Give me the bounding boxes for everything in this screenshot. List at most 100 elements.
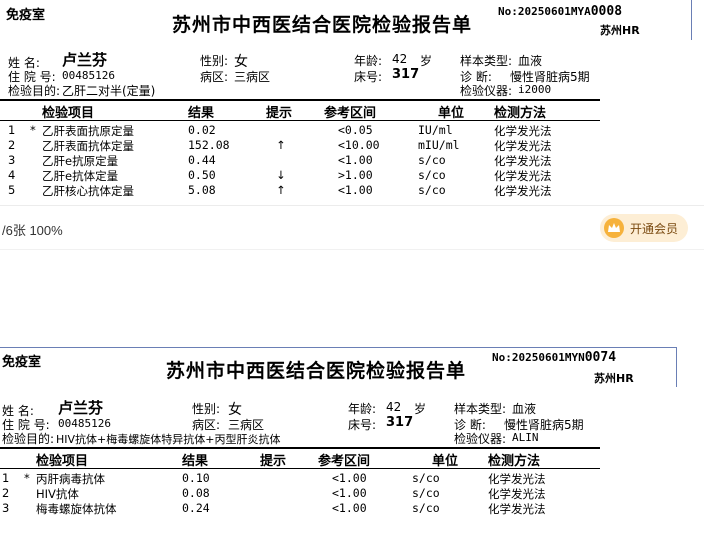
patient-name: 卢兰芬 [62, 51, 108, 69]
col-reference: 参考区间 [324, 106, 377, 121]
col-flag: 提示 [266, 106, 293, 121]
row-reference: <1.00 [338, 183, 373, 197]
row-number: 2 [2, 486, 10, 500]
row-result: 0.50 [188, 168, 216, 182]
row-method: 化学发光法 [494, 139, 552, 153]
row-item: 乙肝e抗体定量 [42, 169, 119, 183]
bed-label: 床号: [348, 418, 377, 432]
inpatient-number: 00485126 [58, 417, 111, 430]
row-result: 0.02 [188, 123, 216, 137]
purpose-value: 乙肝二对半(定量) [62, 84, 156, 98]
col-result: 结果 [182, 454, 209, 469]
hospital-code: 苏州HR [600, 24, 640, 37]
bed-value: 317 [386, 415, 414, 430]
gender-label: 性别: [200, 54, 229, 68]
row-item: 乙肝表面抗体定量 [42, 139, 134, 153]
row-number: 2 [8, 138, 16, 152]
ward-label: 病区: [200, 70, 229, 84]
col-unit: 单位 [438, 106, 465, 121]
ward-value: 三病区 [234, 70, 271, 84]
col-unit: 单位 [432, 454, 459, 469]
col-method: 检测方法 [488, 454, 541, 469]
row-flag: ↑ [276, 138, 286, 152]
row-star: * [24, 471, 30, 485]
row-unit: s/co [418, 168, 446, 182]
purpose-label: 检验目的: [8, 84, 61, 98]
row-item: 乙肝核心抗体定量 [42, 184, 134, 198]
department: 免疫室 [6, 8, 46, 23]
col-item: 检验项目 [42, 106, 95, 121]
report-title: 苏州市中西医结合医院检验报告单 [172, 14, 473, 36]
row-unit: mIU/ml [418, 138, 460, 152]
sample-label: 样本类型: [460, 54, 513, 68]
row-number: 3 [2, 501, 10, 515]
age-label: 年龄: [348, 402, 377, 416]
report-number-main: 20250601MYN [511, 351, 585, 364]
row-item: 梅毒螺旋体抗体 [36, 502, 117, 516]
department: 免疫室 [2, 355, 42, 370]
col-result: 结果 [188, 106, 215, 121]
page-indicator: /6张 100% [2, 223, 63, 238]
row-number: 5 [8, 183, 16, 197]
row-unit: s/co [418, 153, 446, 167]
report-number-tail: 0008 [590, 4, 623, 19]
row-number: 3 [8, 153, 16, 167]
row-number: 1 [2, 471, 10, 485]
row-method: 化学发光法 [488, 487, 546, 501]
lab-report-2: 免疫室 苏州市中西医结合医院检验报告单 No:20250601MYN0074 苏… [0, 340, 704, 554]
age-unit: 岁 [414, 402, 427, 416]
row-star: * [30, 123, 36, 137]
row-item: HIV抗体 [36, 487, 79, 501]
row-reference: >1.00 [338, 168, 373, 182]
page-border [676, 347, 677, 387]
purpose-value: HIV抗体+梅毒螺旋体特异抗体+丙型肝炎抗体 [56, 433, 281, 446]
report-number-label: No: [498, 5, 518, 18]
row-item: 丙肝病毒抗体 [36, 472, 105, 486]
row-reference: <0.05 [338, 123, 373, 137]
row-result: 0.44 [188, 153, 216, 167]
row-result: 0.10 [182, 471, 210, 485]
row-reference: <1.00 [338, 153, 373, 167]
page-border [691, 0, 692, 40]
row-unit: s/co [412, 501, 440, 515]
row-reference: <1.00 [332, 486, 367, 500]
age-value: 42 [392, 52, 408, 66]
report-number-tail: 0074 [584, 350, 617, 365]
col-reference: 参考区间 [318, 454, 371, 469]
row-result: 152.08 [188, 138, 230, 152]
row-reference: <10.00 [338, 138, 380, 152]
sample-label: 样本类型: [454, 402, 507, 416]
row-result: 5.08 [188, 183, 216, 197]
report-number-main: 20250601MYA [517, 5, 591, 18]
row-unit: IU/ml [418, 123, 453, 137]
page-top-border [0, 347, 676, 348]
row-method: 化学发光法 [494, 169, 552, 183]
age-unit: 岁 [420, 54, 433, 68]
hospital-code: 苏州HR [594, 372, 634, 385]
row-unit: s/co [412, 486, 440, 500]
instrument-value: ALIN [512, 431, 539, 444]
row-number: 4 [8, 168, 16, 182]
row-method: 化学发光法 [488, 472, 546, 486]
age-value: 42 [386, 400, 402, 414]
row-method: 化学发光法 [494, 184, 552, 198]
report-number: No:20250601MYN0074 [492, 350, 616, 365]
row-method: 化学发光法 [488, 502, 546, 516]
purpose-label: 检验目的: [2, 432, 55, 446]
col-method: 检测方法 [494, 106, 547, 121]
row-result: 0.08 [182, 486, 210, 500]
report-number: No:20250601MYA0008 [498, 4, 622, 19]
col-flag: 提示 [260, 454, 287, 469]
header-rule-bottom [0, 468, 600, 469]
row-flag: ↑ [276, 183, 286, 197]
instrument-label: 检验仪器: [454, 432, 507, 446]
vip-button-label: 开通会员 [630, 221, 679, 236]
col-item: 检验项目 [36, 454, 89, 469]
row-result: 0.24 [182, 501, 210, 515]
instrument-label: 检验仪器: [460, 84, 513, 98]
vip-button[interactable]: 开通会员 [600, 214, 688, 242]
viewer-toolbar: /6张 100% [0, 205, 704, 250]
sample-value: 血液 [512, 402, 537, 416]
row-method: 化学发光法 [494, 154, 552, 168]
row-reference: <1.00 [332, 501, 367, 515]
